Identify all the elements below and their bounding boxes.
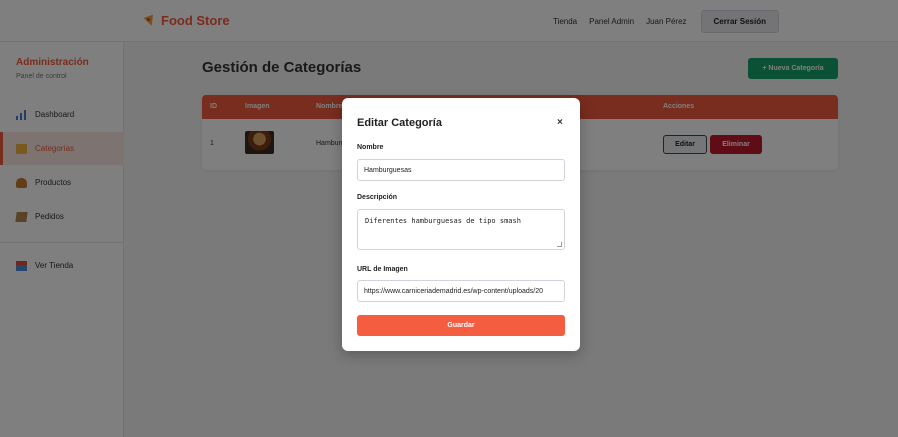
name-field[interactable]: Hamburguesas [357, 159, 565, 181]
edit-category-modal: Editar Categoría × Nombre Hamburguesas D… [342, 98, 580, 351]
modal-title: Editar Categoría [357, 117, 442, 129]
description-label: Descripción [357, 194, 398, 201]
image-url-field[interactable]: https://www.carniceriademadrid.es/wp-con… [357, 280, 565, 302]
image-url-label: URL de Imagen [357, 266, 408, 273]
description-field[interactable]: Diferentes hamburguesas de tipo smash [357, 209, 565, 250]
resize-handle-icon[interactable] [557, 242, 562, 247]
description-text: Diferentes hamburguesas de tipo smash [365, 217, 521, 225]
name-label: Nombre [357, 144, 384, 151]
save-button[interactable]: Guardar [357, 315, 565, 336]
close-icon[interactable]: × [557, 117, 563, 128]
